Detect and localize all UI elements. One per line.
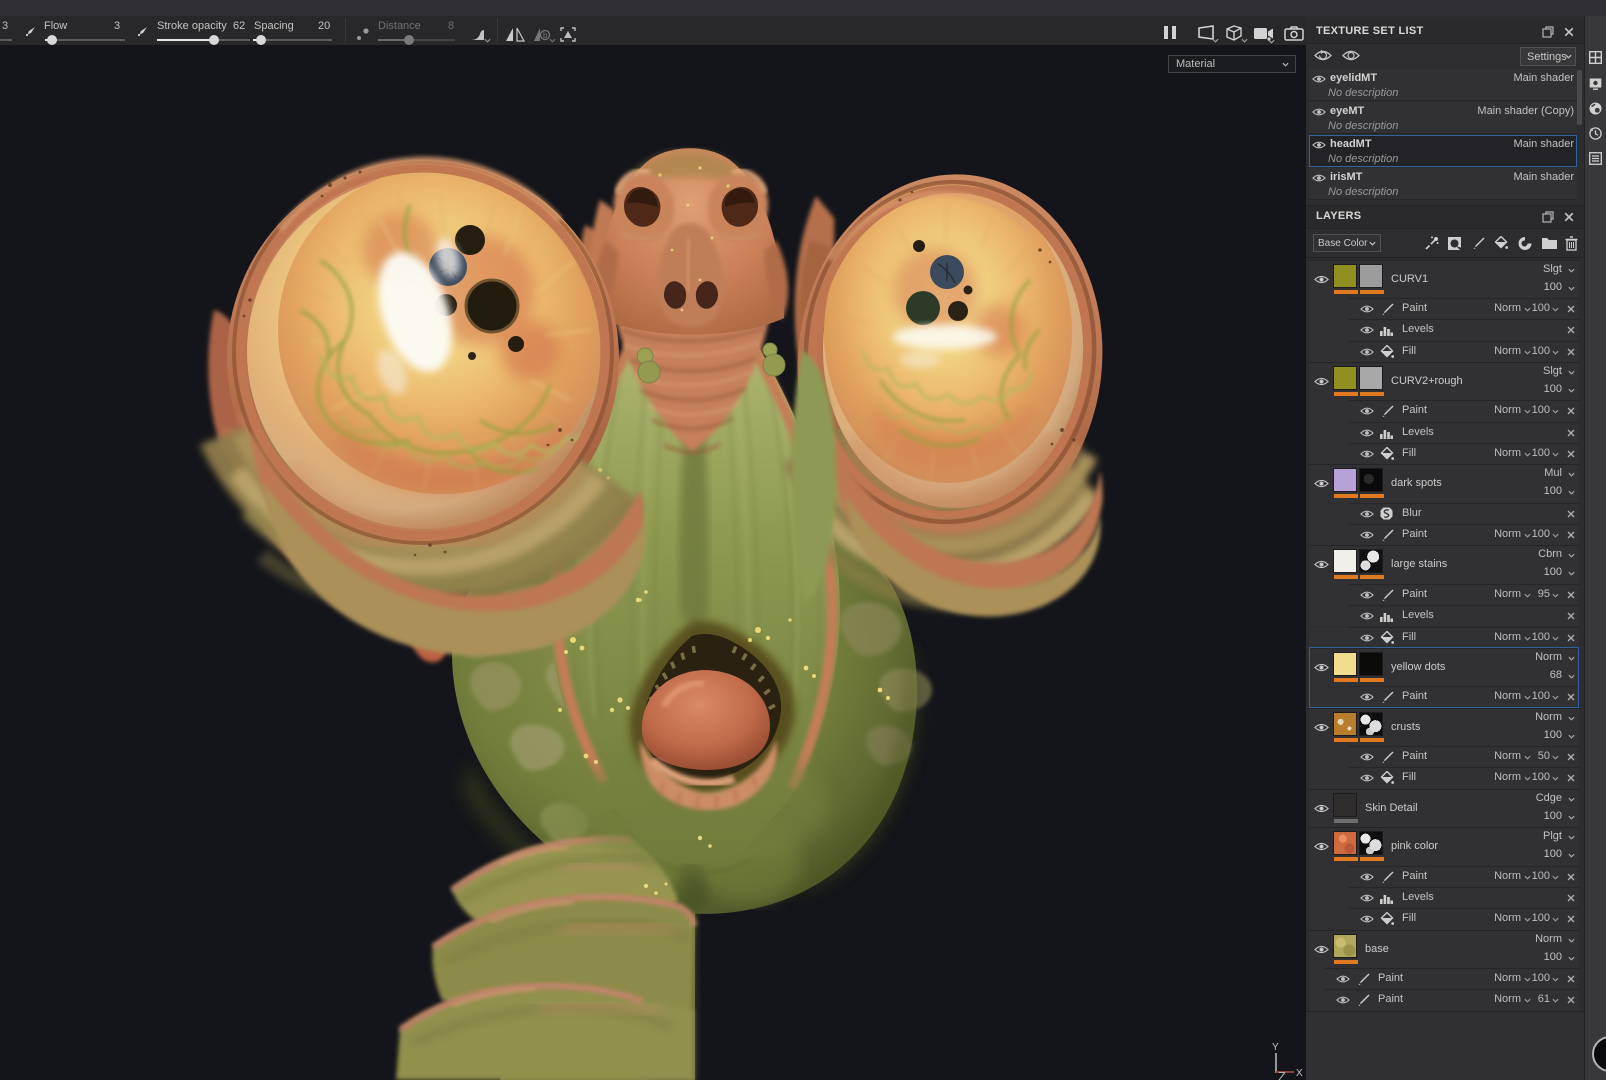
svg-text:Z: Z: [1278, 1069, 1286, 1080]
svg-text:X: X: [1296, 1068, 1303, 1079]
svg-text:b: b: [543, 31, 548, 40]
svg-text:Y: Y: [1272, 1042, 1279, 1053]
